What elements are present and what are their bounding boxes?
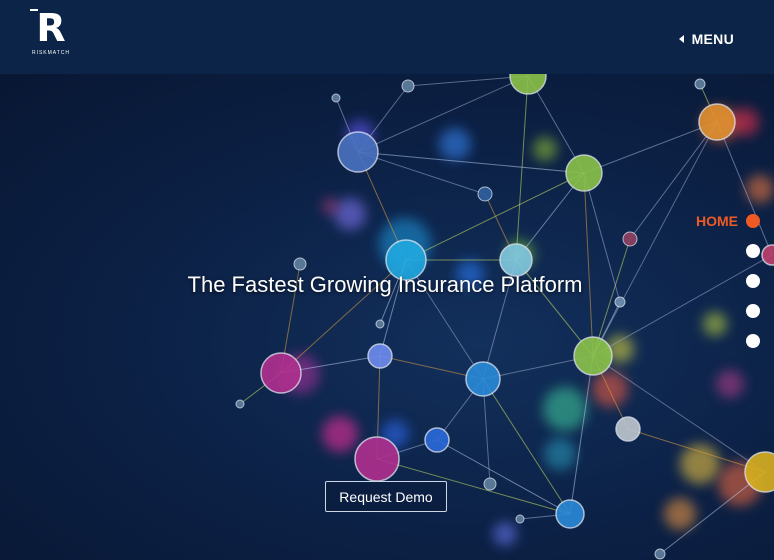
riskmatch-logo[interactable]: R RISKMATCH	[28, 8, 74, 60]
caret-left-icon	[678, 35, 684, 43]
nav-dot	[746, 244, 760, 258]
nav-item-4[interactable]	[746, 303, 760, 319]
logo-wordmark: RISKMATCH	[31, 50, 71, 56]
section-nav: HOME	[696, 213, 760, 349]
request-demo-button[interactable]: Request Demo	[325, 481, 447, 512]
nav-item-2[interactable]	[746, 243, 760, 259]
nav-dot-active	[746, 214, 760, 228]
menu-button[interactable]: MENU	[678, 31, 734, 47]
nav-item-3[interactable]	[746, 273, 760, 289]
hero-headline: The Fastest Growing Insurance Platform	[187, 272, 583, 297]
hero-section: The Fastest Growing Insurance Platform R…	[0, 74, 774, 560]
top-header: R RISKMATCH MENU	[0, 0, 774, 74]
logo-letter: R	[36, 6, 66, 50]
nav-item-home[interactable]: HOME	[696, 213, 760, 229]
logo-bar	[30, 9, 38, 11]
nav-dot	[746, 274, 760, 288]
nav-home-label: HOME	[696, 213, 738, 229]
nav-item-5[interactable]	[746, 333, 760, 349]
nav-dot	[746, 334, 760, 348]
nav-dot	[746, 304, 760, 318]
menu-label: MENU	[691, 31, 734, 47]
